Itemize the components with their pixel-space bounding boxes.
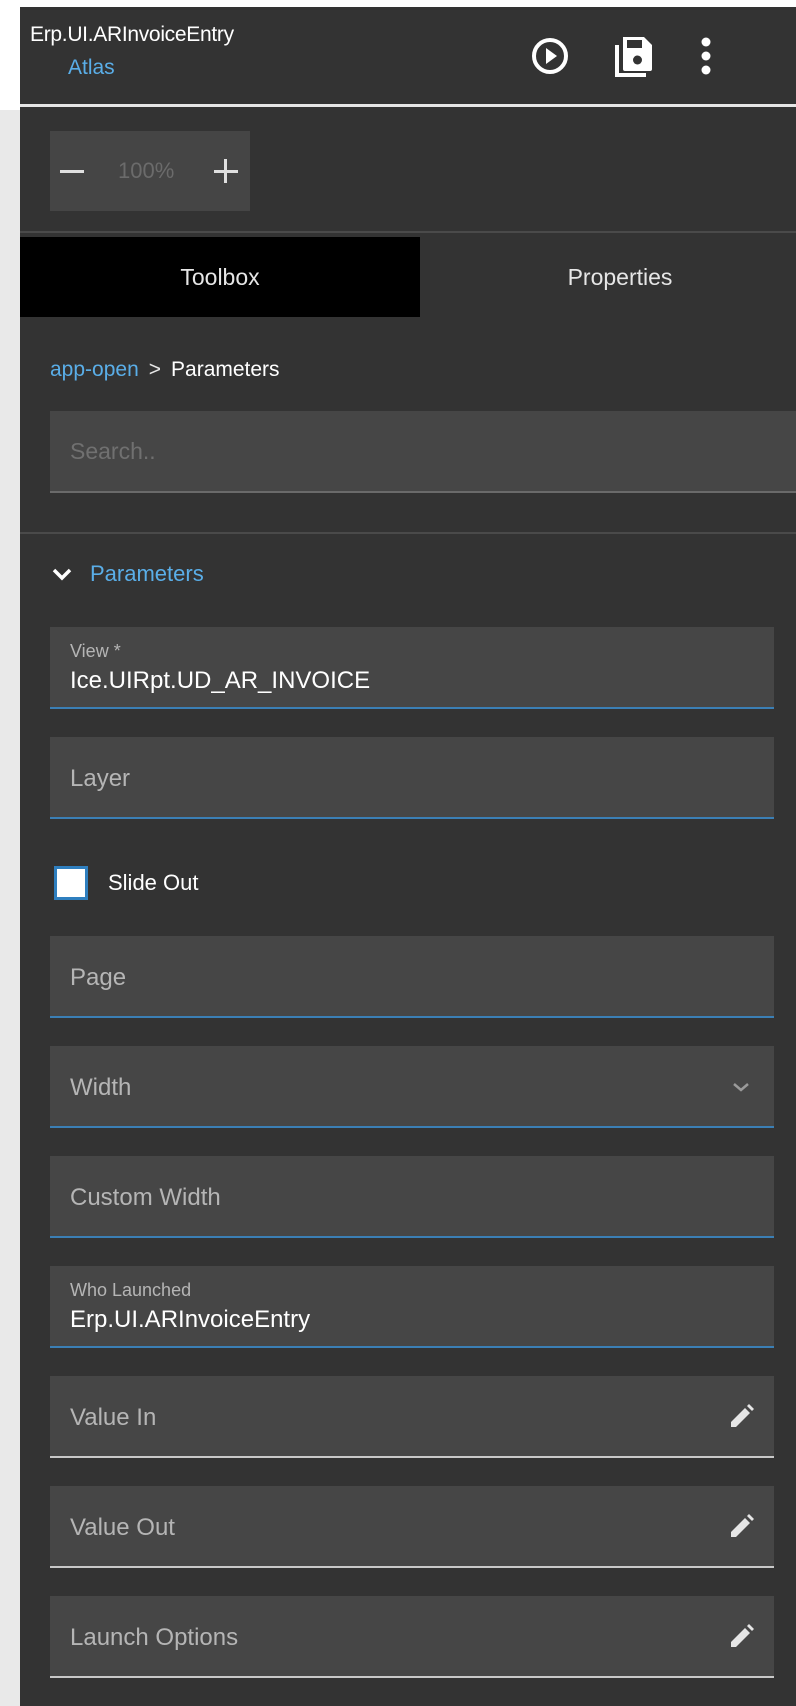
field-label: Width — [70, 1074, 132, 1101]
tab-toolbox[interactable]: Toolbox — [20, 237, 420, 317]
field-label: Who Launched — [70, 1280, 192, 1300]
field-label: Custom Width — [70, 1184, 221, 1211]
width-select[interactable]: Width — [50, 1046, 774, 1128]
field-label: Layer — [70, 765, 131, 792]
app-subtitle: Atlas — [68, 56, 115, 79]
tab-properties[interactable]: Properties — [420, 237, 796, 317]
field-value: Erp.UI.ARInvoiceEntry — [70, 1306, 311, 1333]
field-label: Page — [70, 964, 127, 991]
pencil-icon[interactable] — [726, 1402, 756, 1432]
save-button[interactable] — [610, 31, 660, 81]
zoom-value: 100% — [118, 158, 175, 183]
plus-icon[interactable] — [204, 149, 248, 193]
search-input[interactable] — [50, 411, 796, 493]
checkbox-label: Slide Out — [108, 870, 199, 895]
section-title: Parameters — [90, 561, 204, 586]
play-circle-icon — [532, 38, 568, 74]
breadcrumb-separator: > — [148, 358, 162, 381]
save-icon — [615, 37, 652, 77]
divider — [20, 532, 796, 534]
field-label: Value In — [70, 1404, 157, 1431]
pencil-icon[interactable] — [726, 1512, 756, 1542]
zoom-control: 100% — [50, 131, 250, 211]
value-out-field[interactable]: Value Out — [50, 1486, 774, 1568]
value-in-field[interactable]: Value In — [50, 1376, 774, 1458]
chevron-down-icon — [733, 1083, 749, 1092]
field-value: Ice.UIRpt.UD_AR_INVOICE — [70, 667, 371, 694]
slide-out-checkbox[interactable] — [54, 866, 88, 900]
more-button[interactable] — [686, 31, 726, 81]
slide-out-checkbox-row[interactable]: Slide Out — [54, 863, 199, 903]
breadcrumb: app-open > Parameters — [50, 358, 280, 382]
left-margin — [0, 110, 20, 1706]
field-label: Launch Options — [70, 1624, 239, 1651]
divider — [20, 231, 796, 233]
panel-header: Erp.UI.ARInvoiceEntry Atlas — [20, 7, 796, 107]
minus-icon[interactable] — [50, 149, 94, 193]
who-launched-field[interactable]: Who Launched Erp.UI.ARInvoiceEntry — [50, 1266, 774, 1348]
field-label: View * — [70, 641, 121, 661]
launch-options-field[interactable]: Launch Options — [50, 1596, 774, 1678]
section-parameters-header[interactable]: Parameters — [50, 559, 204, 589]
run-button[interactable] — [525, 31, 575, 81]
chevron-down-icon — [52, 568, 72, 581]
app-title: Erp.UI.ARInvoiceEntry — [30, 23, 234, 46]
view-field[interactable]: View * Ice.UIRpt.UD_AR_INVOICE — [50, 627, 774, 709]
breadcrumb-link-app-open[interactable]: app-open — [50, 358, 139, 381]
left-margin-top — [0, 0, 20, 110]
custom-width-field[interactable]: Custom Width — [50, 1156, 774, 1238]
page-field[interactable]: Page — [50, 936, 774, 1018]
properties-panel: Erp.UI.ARInvoiceEntry Atlas 100% Toolbox… — [20, 7, 796, 1706]
field-label: Value Out — [70, 1514, 175, 1541]
breadcrumb-current: Parameters — [171, 358, 280, 381]
layer-field[interactable]: Layer — [50, 737, 774, 819]
more-vert-icon — [701, 37, 711, 75]
pencil-icon[interactable] — [726, 1622, 756, 1652]
